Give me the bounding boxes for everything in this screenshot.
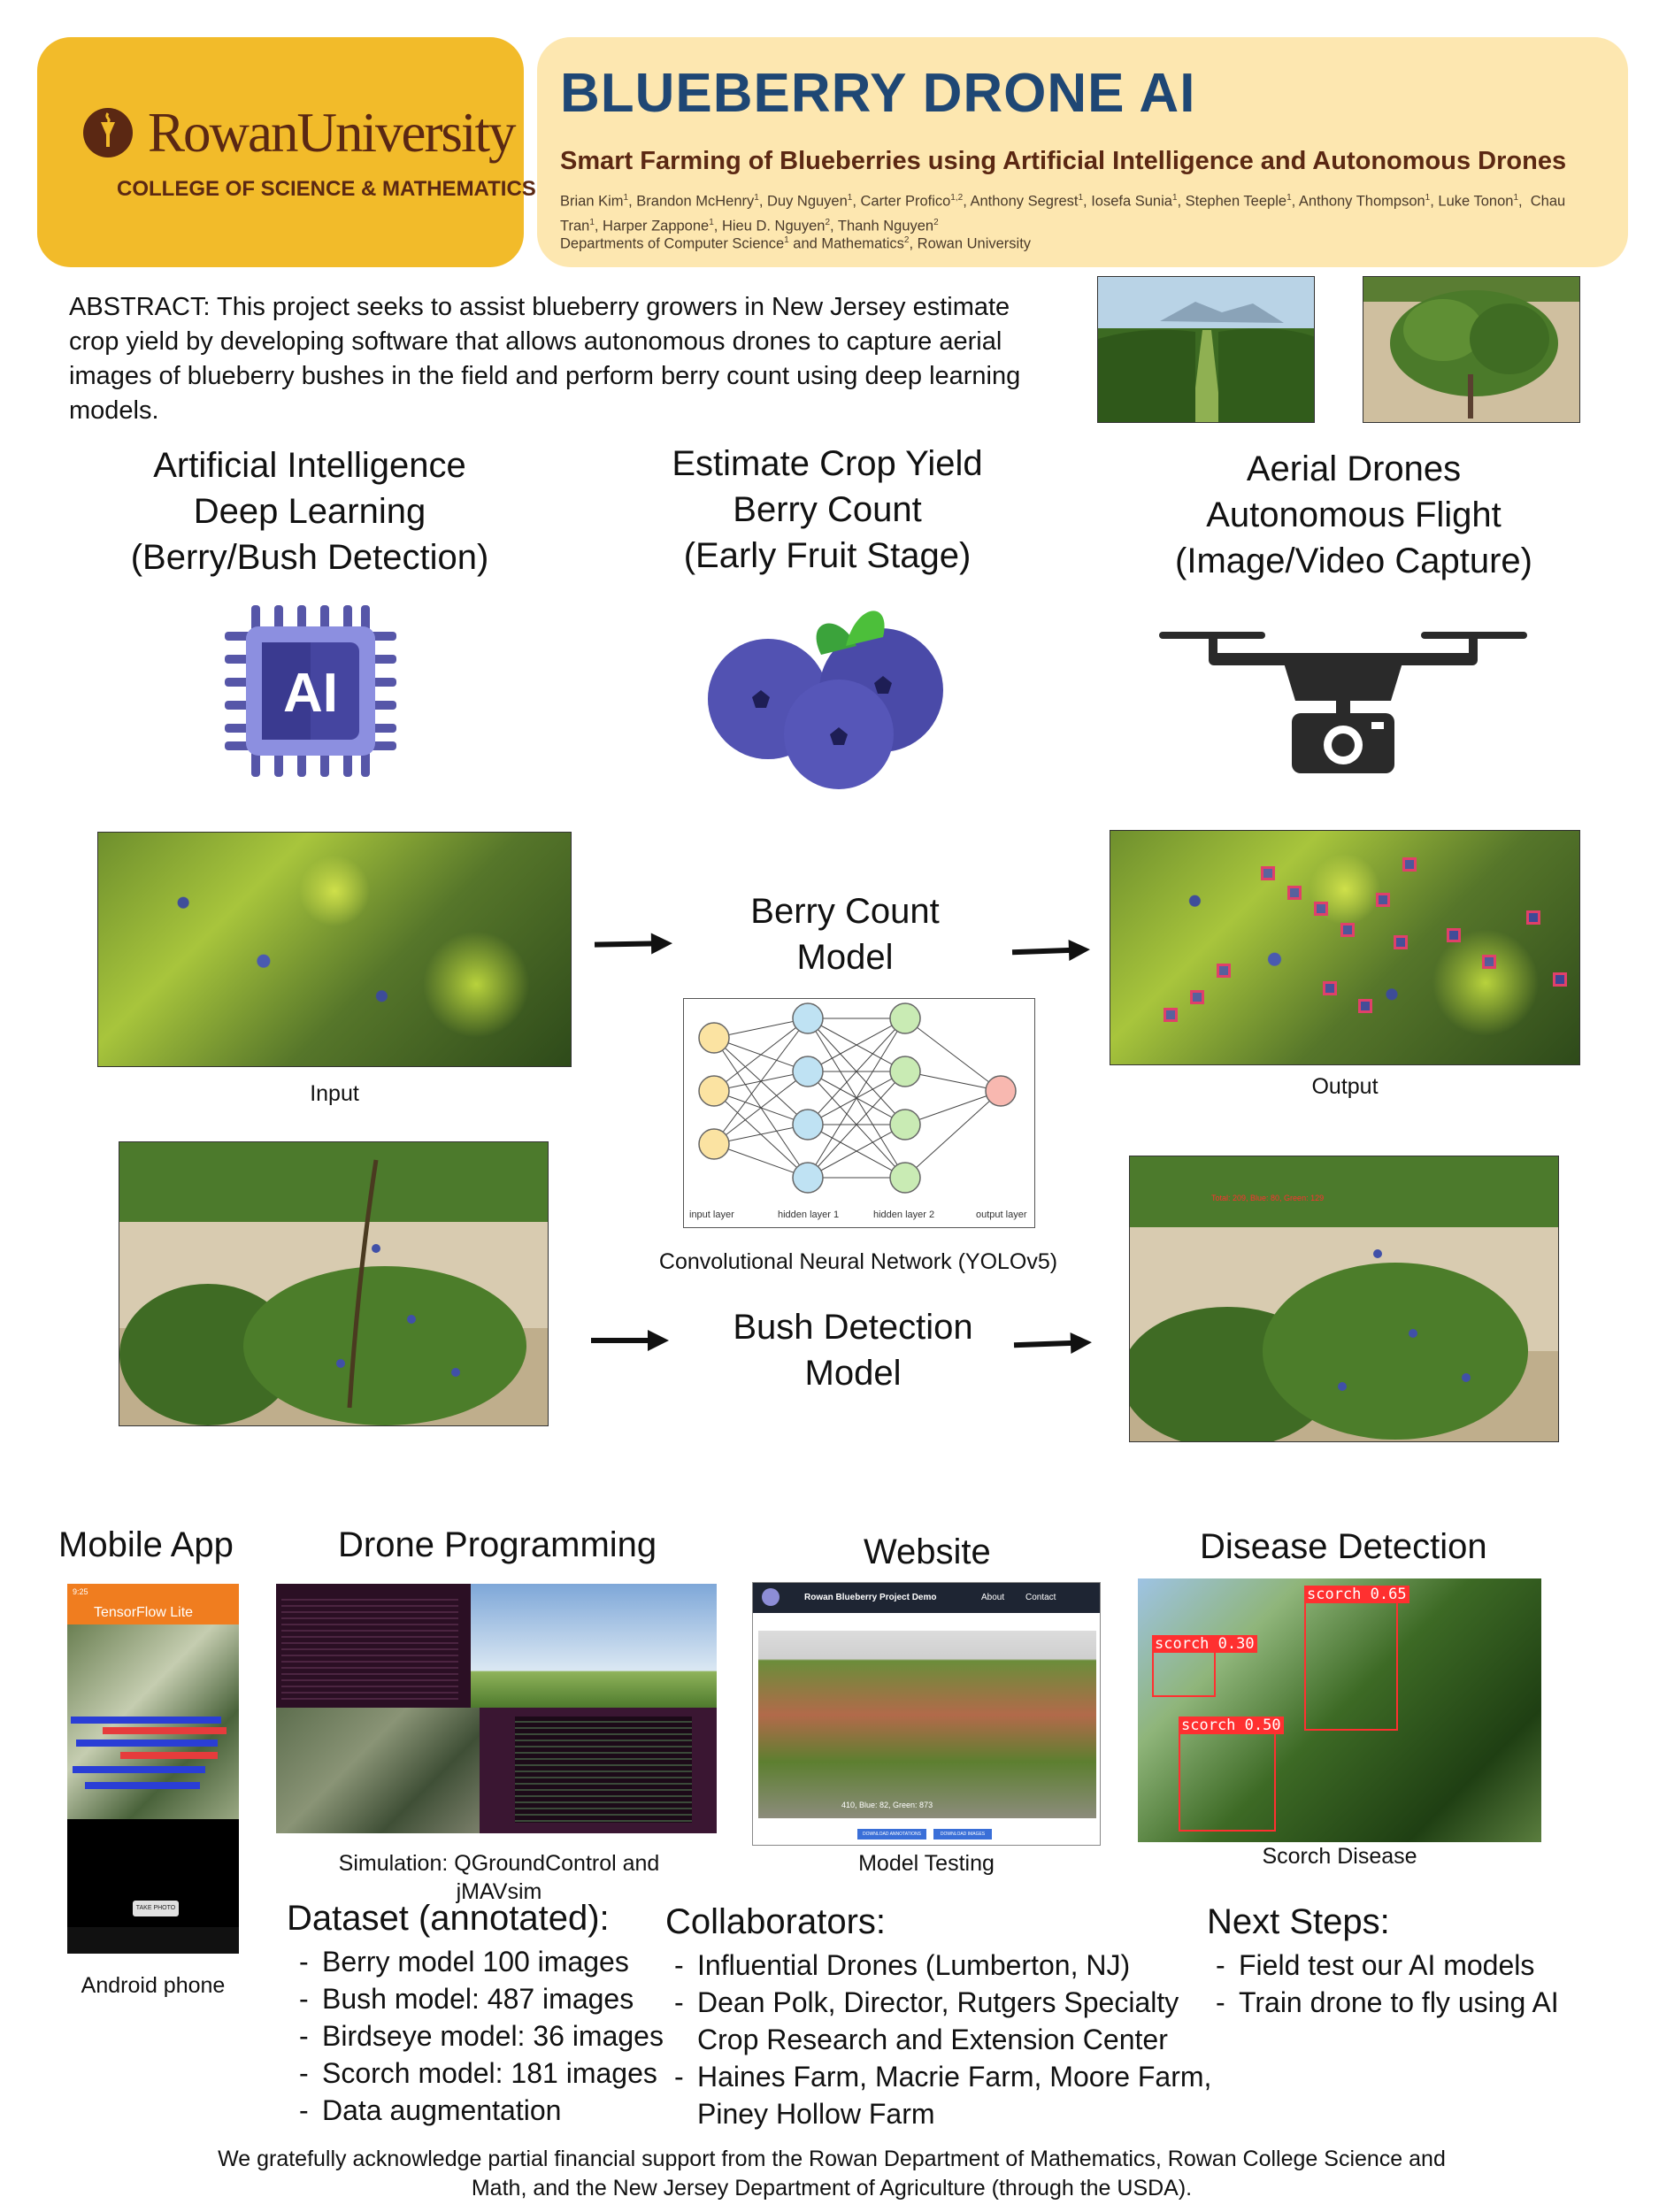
drone-programming-title: Drone Programming: [338, 1525, 657, 1564]
cnn-caption: Convolutional Neural Network (YOLOv5): [658, 1249, 1058, 1274]
disease-detection-title: Disease Detection: [1200, 1527, 1487, 1566]
poster-subtitle: Smart Farming of Blueberries using Artif…: [560, 147, 1567, 175]
affiliations: Departments of Computer Science1 and Mat…: [560, 235, 1032, 252]
collaborators-title: Collaborators:: [665, 1902, 887, 1941]
tensorflow-lite-title: TensorFlow Lite: [94, 1605, 194, 1620]
drone-camera-icon: [1159, 625, 1527, 773]
input-caption: Input: [310, 1081, 359, 1106]
ai-chip-label: AI: [283, 663, 338, 724]
pillar-yield-heading: Estimate Crop Yield Berry Count (Early Fru…: [672, 444, 983, 575]
bush-count-overlay: Total: 209, Blue: 80, Green: 129: [1211, 1194, 1325, 1202]
download-annotations-button[interactable]: DOWNLOAD ANNOTATIONS: [857, 1829, 926, 1839]
website-title: Website: [864, 1532, 991, 1571]
scorch-label-2: scorch 0.30: [1152, 1635, 1257, 1653]
arrow-icon: [591, 1330, 669, 1351]
download-images-button[interactable]: DOWNLOAD IMAGES: [933, 1829, 992, 1839]
website-nav-about[interactable]: About: [981, 1593, 1004, 1602]
input-bush-photo: [119, 1141, 549, 1426]
nn-output-label: output layer: [976, 1210, 1027, 1220]
arrow-icon: [1011, 947, 1075, 956]
list-item: Field test our AI models: [1209, 1947, 1633, 1984]
input-berry-photo: [97, 832, 572, 1067]
list-item: Data augmentation: [292, 2092, 681, 2129]
torch-icon: [83, 108, 133, 157]
website-screenshot: Rowan Blueberry Project Demo About Conta…: [752, 1582, 1101, 1846]
university-name: RowanUniversity: [148, 102, 516, 164]
pillar-drones-heading: Aerial Drones Autonomous Flight (Image/Vid…: [1175, 449, 1532, 580]
neural-network-diagram: input layer hidden layer 1 hidden layer …: [683, 998, 1035, 1228]
next-steps-list: Field test our AI models Train drone to …: [1209, 1947, 1633, 2021]
list-item: Influential Drones (Lumberton, NJ): [667, 1947, 1216, 1984]
blueberries-icon: [706, 593, 950, 791]
mobile-app-title: Mobile App: [58, 1525, 234, 1564]
berry-count-model-label: Berry Count Model: [750, 892, 940, 977]
university-logo-panel: RowanUniversity COLLEGE OF SCIENCE & MAT…: [37, 37, 536, 267]
college-name: COLLEGE OF SCIENCE & MATHEMATICS: [117, 177, 536, 201]
phone-status-time: 9:25: [73, 1587, 88, 1596]
nn-input-label: input layer: [689, 1210, 734, 1220]
list-item: Berry model 100 images: [292, 1943, 681, 1980]
blueberry-field-row-photo: [1097, 276, 1315, 423]
blueberry-logo-icon: [762, 1588, 780, 1606]
website-nav-contact[interactable]: Contact: [1025, 1593, 1056, 1602]
scorch-label-3: scorch 0.50: [1179, 1717, 1284, 1734]
bush-detection-model-label: Bush Detection Model: [733, 1308, 973, 1393]
list-item: Train drone to fly using AI: [1209, 1984, 1633, 2021]
pillar-ai-heading: Artificial Intelligence Deep Learning (Ber…: [130, 446, 489, 577]
drone-simulation-screenshot: [276, 1584, 717, 1833]
collaborators-list: Influential Drones (Lumberton, NJ) Dean …: [667, 1947, 1216, 2132]
output-bush-detection-photo: Total: 209, Blue: 80, Green: 129: [1129, 1156, 1559, 1442]
website-nav-title[interactable]: Rowan Blueberry Project Demo: [804, 1593, 936, 1602]
list-item: Dean Polk, Director, Rutgers Specialty C…: [667, 1984, 1216, 2058]
take-photo-button[interactable]: TAKE PHOTO: [133, 1901, 179, 1916]
list-item: Haines Farm, Macrie Farm, Moore Farm, Pi…: [667, 2058, 1216, 2132]
dataset-list: Berry model 100 images Bush model: 487 i…: [292, 1943, 681, 2129]
poster-title: BLUEBERRY DRONE AI: [560, 63, 1196, 124]
scorch-label-1: scorch 0.65: [1304, 1586, 1409, 1603]
disease-caption: Scorch Disease: [1262, 1844, 1417, 1869]
acknowledgement-text: We gratefully acknowledge partial financ…: [218, 2147, 1446, 2200]
mobile-app-caption: Android phone: [81, 1973, 226, 1998]
ai-chip-icon: AI: [219, 600, 402, 782]
nn-hidden2-label: hidden layer 2: [873, 1210, 935, 1220]
disease-detection-photo: scorch 0.65 scorch 0.30 scorch 0.50: [1138, 1578, 1541, 1842]
website-count-overlay: 410, Blue: 82, Green: 873: [841, 1801, 933, 1809]
output-berry-detection-photo: [1110, 830, 1580, 1065]
next-steps-title: Next Steps:: [1207, 1902, 1390, 1941]
output-caption: Output: [1311, 1074, 1379, 1099]
drone-programming-caption: Simulation: QGroundControl and jMAVsim: [338, 1851, 660, 1904]
abstract-text: ABSTRACT: This project seeks to assist b…: [69, 293, 1021, 425]
arrow-icon: [594, 941, 657, 948]
title-panel: BLUEBERRY DRONE AI Smart Farming of Blue…: [537, 37, 1628, 267]
author-list: Brian Kim1, Brandon McHenry1, Duy Nguyen…: [560, 193, 1566, 234]
list-item: Birdseye model: 36 images: [292, 2017, 681, 2055]
list-item: Scorch model: 181 images: [292, 2055, 681, 2092]
blueberry-bush-photo: [1363, 276, 1580, 423]
dataset-title: Dataset (annotated):: [287, 1899, 610, 1938]
arrow-icon: [1013, 1340, 1077, 1348]
website-caption: Model Testing: [858, 1851, 995, 1876]
mobile-app-screenshot: 9:25 TensorFlow Lite TAKE PHOTO: [67, 1584, 239, 1954]
list-item: Bush model: 487 images: [292, 1980, 681, 2017]
nn-hidden1-label: hidden layer 1: [778, 1210, 840, 1220]
